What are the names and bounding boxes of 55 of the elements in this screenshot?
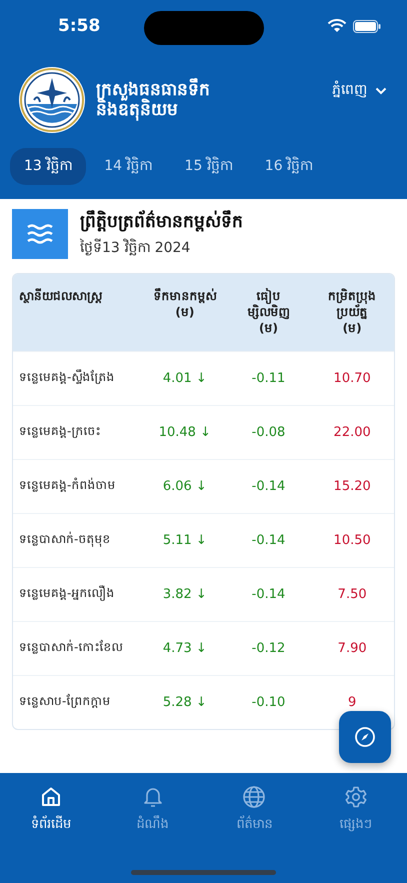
station-cell-text: ទន្លេមេគង្គ-កំពង់ចាម bbox=[18, 477, 116, 494]
water-waves-icon bbox=[12, 209, 68, 259]
station-cell-text: ទន្លេមេគង្គ-ស្ទឹងត្រែង bbox=[18, 369, 116, 386]
wifi-icon bbox=[327, 19, 347, 33]
station-cell-text: ទន្លេបាសាក់-កោះខែល bbox=[18, 639, 124, 656]
change-cell-text: -0.08 bbox=[250, 424, 286, 440]
ministry-seal-logo bbox=[18, 66, 86, 134]
bulletin-date: ថ្ងៃទី13 វិច្ឆិកា 2024 bbox=[80, 238, 192, 258]
compass-button[interactable] bbox=[339, 711, 391, 763]
station-cell-text: ទន្លេសាប-ព្រែកក្តាម bbox=[18, 693, 112, 710]
date-tab[interactable]: 16 វិច្ឆិកា bbox=[250, 148, 328, 185]
column-header: ស្ថានីយជលសាស្ត្រ bbox=[18, 288, 104, 306]
water-level-cell-text: 6.06 ↓ bbox=[162, 478, 208, 494]
change-cell-text: -0.14 bbox=[250, 532, 286, 548]
change-cell-text: -0.11 bbox=[250, 370, 286, 386]
station-cell-text: ទន្លេបាសាក់-ចតុមុខ bbox=[18, 531, 112, 549]
station-cell-text: ទន្លេមេគង្គ-ក្រចេះ bbox=[18, 423, 102, 440]
date-tab[interactable]: 14 វិច្ឆិកា bbox=[90, 148, 167, 185]
chevron-down-icon bbox=[375, 86, 387, 94]
ministry-name-line: និងឧតុនិយម bbox=[96, 100, 178, 120]
location-dropdown[interactable]: ភ្នំពេញ bbox=[332, 80, 387, 101]
battery-icon bbox=[353, 20, 381, 32]
change-cell-text: -0.14 bbox=[250, 478, 286, 494]
alert-level-cell-text: 7.50 bbox=[336, 586, 368, 602]
date-tab[interactable]: 13 វិច្ឆិកា bbox=[10, 148, 86, 185]
nav-tab[interactable]: ទំព័រដើម bbox=[0, 785, 102, 834]
column-header: កម្រិតប្រុង ប្រយ័ត្ន (ម) bbox=[327, 288, 378, 337]
alert-level-cell-text: 7.90 bbox=[336, 640, 368, 656]
alert-level-cell-text: 10.70 bbox=[332, 370, 372, 386]
nav-tab[interactable]: ព័ត៌មាន bbox=[204, 785, 306, 834]
alert-level-cell-text: 9 bbox=[347, 694, 358, 710]
ministry-name: ក្រសួងធនធានទឹក bbox=[96, 80, 211, 100]
water-level-cell-text: 4.01 ↓ bbox=[162, 370, 208, 386]
water-level-cell-text: 5.11 ↓ bbox=[162, 532, 208, 548]
globe-icon bbox=[242, 785, 266, 809]
status-time: 5:58 bbox=[58, 16, 100, 36]
change-cell-text: -0.10 bbox=[250, 694, 286, 710]
settings-icon bbox=[344, 785, 368, 809]
change-cell-text: -0.12 bbox=[250, 640, 286, 656]
alert-level-cell-text: 15.20 bbox=[332, 478, 372, 494]
alert-level-cell-text: 10.50 bbox=[332, 532, 372, 548]
nav-tab[interactable]: ផ្សេងៗ bbox=[305, 785, 407, 834]
station-cell-text: ទន្លេមេគង្គ-អ្នកលឿង bbox=[18, 585, 116, 603]
change-cell-text: -0.14 bbox=[250, 586, 286, 602]
water-level-cell-text: 4.73 ↓ bbox=[162, 640, 208, 656]
water-level-cell-text: 5.28 ↓ bbox=[162, 694, 208, 710]
compass-icon bbox=[354, 726, 376, 748]
nav-tab[interactable]: ដំណឹង bbox=[102, 785, 204, 834]
column-header: ធៀប ម្សិលមិញ (ម) bbox=[246, 288, 290, 337]
bulletin-title: ព្រឹត្តិបត្រព័ត៌មានកម្ពស់ទឹក bbox=[80, 210, 243, 234]
alert-level-cell-text: 22.00 bbox=[332, 424, 372, 440]
column-header: ទឹកមានកម្ពស់ (ម) bbox=[152, 288, 218, 322]
water-level-cell-text: 3.82 ↓ bbox=[162, 586, 208, 602]
water-level-cell-text: 10.48 ↓ bbox=[158, 424, 212, 440]
date-tab[interactable]: 15 វិច្ឆិកា bbox=[170, 148, 247, 185]
